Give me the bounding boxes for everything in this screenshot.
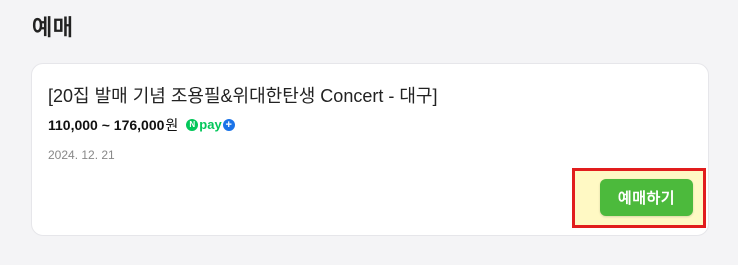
price-row: 110,000 ~ 176,000 원 N pay + bbox=[48, 115, 235, 135]
npay-n-badge: N bbox=[186, 119, 199, 131]
reserve-button[interactable]: 예매하기 bbox=[600, 179, 693, 216]
event-date: 2024. 12. 21 bbox=[48, 148, 115, 162]
npay-plus-badge: + bbox=[222, 119, 235, 131]
price-range: 110,000 ~ 176,000 bbox=[48, 117, 165, 133]
event-title[interactable]: [20집 발매 기념 조용필&위대한탄생 Concert - 대구] bbox=[48, 84, 437, 108]
npay-word: pay bbox=[199, 117, 222, 132]
section-title: 예매 bbox=[32, 15, 74, 40]
price-unit: 원 bbox=[165, 117, 179, 133]
naver-pay-plus-icon: N pay + bbox=[186, 117, 235, 132]
